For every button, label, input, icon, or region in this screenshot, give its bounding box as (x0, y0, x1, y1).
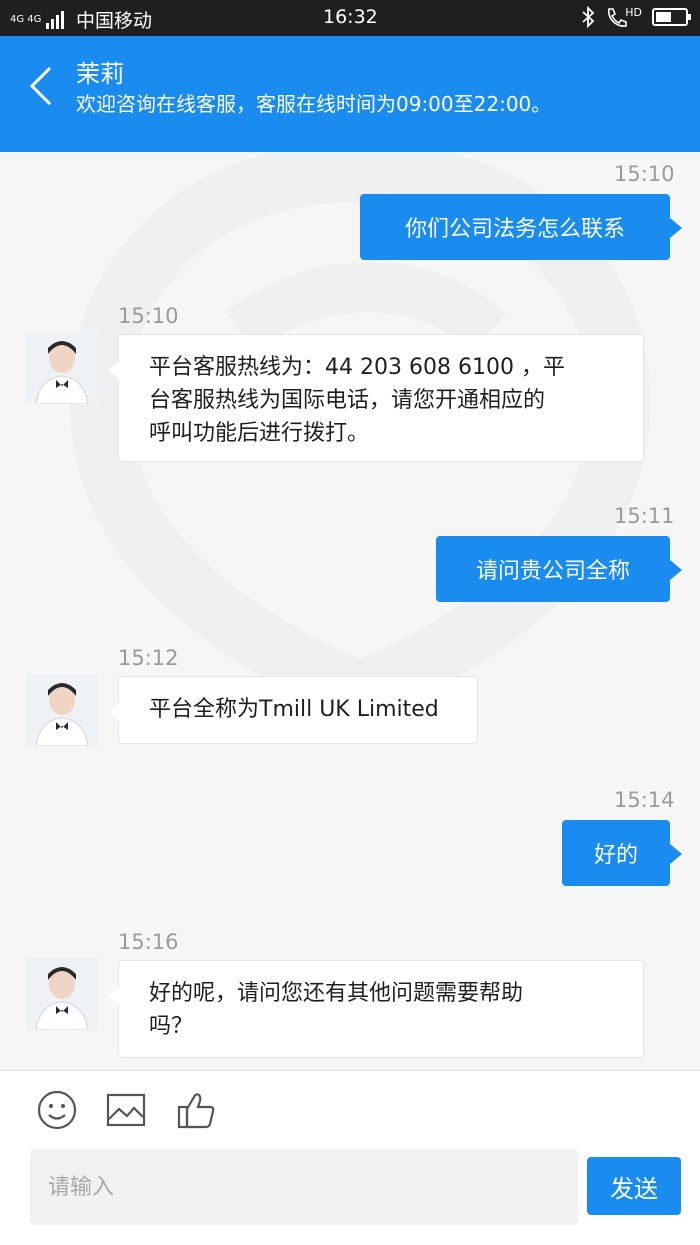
send-button[interactable]: 发送 (587, 1157, 681, 1215)
message-timestamp: 15:10 (614, 162, 675, 186)
avatar-image (26, 332, 98, 404)
agent-name: 茉莉 (76, 60, 124, 88)
chat-header: 茉莉 欢迎咨询在线客服，客服在线时间为09:00至22:00。 (0, 36, 700, 152)
bluetooth-icon (582, 6, 595, 28)
status-bar: 4G 4G 中国移动 16:32 HD (0, 0, 700, 36)
like-button[interactable] (176, 1089, 218, 1131)
agent-avatar[interactable] (26, 958, 98, 1030)
thumbs-up-icon (177, 1093, 215, 1129)
message-timestamp: 15:12 (118, 646, 179, 670)
incoming-message[interactable]: 好的呢，请问您还有其他问题需要帮助 吗？ (108, 960, 644, 1058)
agent-avatar[interactable] (26, 332, 98, 404)
outgoing-message[interactable]: 请问贵公司全称 (436, 536, 682, 602)
message-line: 台客服热线为国际电话，请您开通相应的 (149, 388, 546, 413)
message-line: 平台全称为Tmill UK Limited (149, 697, 439, 722)
message-text: 好的 (593, 843, 638, 868)
message-timestamp: 15:14 (614, 788, 675, 812)
image-icon (106, 1093, 146, 1127)
network-indicator: 4G 4G (10, 14, 42, 25)
outgoing-message[interactable]: 好的 (562, 820, 682, 886)
signal-icon (46, 10, 64, 29)
message-text: 你们公司法务怎么联系 (404, 217, 625, 242)
incoming-message[interactable]: 平台客服热线为：44 203 608 6100 ，平 台客服热线为国际电话，请您… (108, 334, 644, 462)
emoji-icon (37, 1090, 77, 1130)
incoming-message[interactable]: 平台全称为Tmill UK Limited (108, 676, 478, 744)
carrier-name: 中国移动 (76, 10, 153, 32)
message-line: 吗？ (149, 1014, 194, 1039)
message-input[interactable] (30, 1149, 578, 1225)
composer-bar: 发送 (0, 1070, 700, 1245)
message-line: 平台客服热线为：44 203 608 6100 ，平 (149, 355, 565, 380)
chat-messages[interactable]: 15:10 你们公司法务怎么联系 15:10 平台客服热线为：44 203 60… (0, 152, 700, 1070)
hd-label: HD (625, 6, 642, 19)
message-timestamp: 15:16 (118, 930, 179, 954)
outgoing-message[interactable]: 你们公司法务怎么联系 (360, 194, 682, 260)
avatar-image (26, 958, 98, 1030)
message-line: 好的呢，请问您还有其他问题需要帮助 (149, 981, 524, 1006)
message-line: 呼叫功能后进行拨打。 (149, 421, 370, 446)
status-left: 4G 4G 中国移动 (10, 6, 152, 33)
chevron-left-icon (29, 66, 52, 106)
hd-call-icon: HD (605, 6, 642, 28)
agent-avatar[interactable] (26, 674, 98, 746)
emoji-button[interactable] (36, 1089, 78, 1131)
back-button[interactable] (20, 56, 60, 116)
image-button[interactable] (105, 1089, 147, 1131)
message-text: 请问贵公司全称 (475, 559, 630, 584)
status-right: HD (581, 6, 691, 28)
message-timestamp: 15:11 (614, 504, 675, 528)
status-time: 16:32 (323, 6, 378, 28)
battery-icon (652, 8, 691, 26)
avatar-image (26, 674, 98, 746)
service-hours: 欢迎咨询在线客服，客服在线时间为09:00至22:00。 (76, 92, 552, 116)
message-timestamp: 15:10 (118, 304, 179, 328)
